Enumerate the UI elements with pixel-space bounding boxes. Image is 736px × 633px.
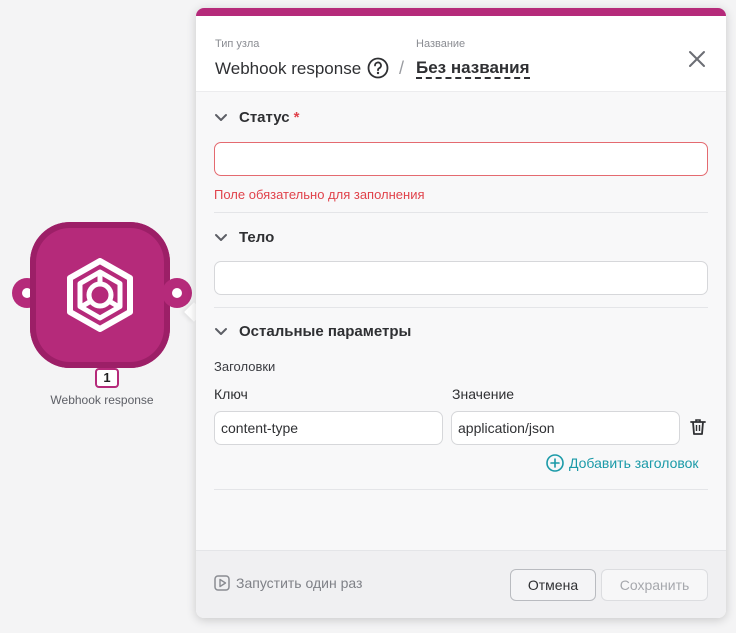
headers-label: Заголовки <box>214 359 276 374</box>
body-input[interactable] <box>214 261 708 295</box>
webhook-hexagon-icon <box>67 258 133 332</box>
section-status-header[interactable]: Статус * <box>214 109 299 126</box>
node-label: Webhook response <box>50 393 154 407</box>
key-column-label: Ключ <box>214 386 248 402</box>
required-mark: * <box>293 109 300 126</box>
header-value-input[interactable]: application/json <box>451 411 680 445</box>
section-status-title: Статус <box>239 109 290 126</box>
trash-icon[interactable] <box>690 418 706 436</box>
panel-footer: Запустить один раз Отмена Сохранить <box>196 550 726 618</box>
node-body[interactable] <box>30 222 170 368</box>
node-name-caption: Название <box>416 38 466 50</box>
chevron-down-icon <box>215 233 227 241</box>
panel-body: Статус * Поле обязательно для заполнения… <box>196 92 726 550</box>
node-output-port[interactable] <box>162 278 192 308</box>
chevron-down-icon <box>215 327 227 335</box>
workflow-node[interactable]: 1 Webhook response <box>12 222 192 412</box>
section-body-header[interactable]: Тело <box>214 229 274 246</box>
section-divider <box>214 307 708 308</box>
section-divider <box>214 489 708 490</box>
node-type-caption: Тип узла <box>215 38 260 50</box>
header-key-input[interactable]: content-type <box>214 411 443 445</box>
save-button[interactable]: Сохранить <box>601 569 708 601</box>
value-column-label: Значение <box>452 386 515 402</box>
plus-circle-icon <box>546 454 564 472</box>
add-header-label: Добавить заголовок <box>569 455 699 471</box>
node-number-badge: 1 <box>95 368 119 388</box>
header-separator: / <box>399 58 405 78</box>
play-icon <box>214 575 230 591</box>
node-settings-panel: Тип узла Webhook response / Название Без… <box>196 8 726 618</box>
status-error-message: Поле обязательно для заполнения <box>214 187 425 202</box>
run-once-label: Запустить один раз <box>236 575 363 591</box>
panel-accent-bar <box>196 8 726 16</box>
section-divider <box>214 212 708 213</box>
panel-header: Тип узла Webhook response / Название Без… <box>196 16 726 92</box>
section-other-title: Остальные параметры <box>239 323 412 340</box>
chevron-down-icon <box>215 113 227 121</box>
run-once-button[interactable]: Запустить один раз <box>214 575 362 591</box>
close-icon[interactable] <box>687 49 707 69</box>
status-input[interactable] <box>214 142 708 176</box>
section-body-title: Тело <box>239 229 275 246</box>
add-header-button[interactable]: Добавить заголовок <box>545 453 699 473</box>
node-name-value[interactable]: Без названия <box>416 59 530 79</box>
node-type-value: Webhook response <box>215 59 362 78</box>
help-icon[interactable] <box>367 57 389 79</box>
cancel-button[interactable]: Отмена <box>510 569 596 601</box>
section-other-header[interactable]: Остальные параметры <box>214 323 411 340</box>
